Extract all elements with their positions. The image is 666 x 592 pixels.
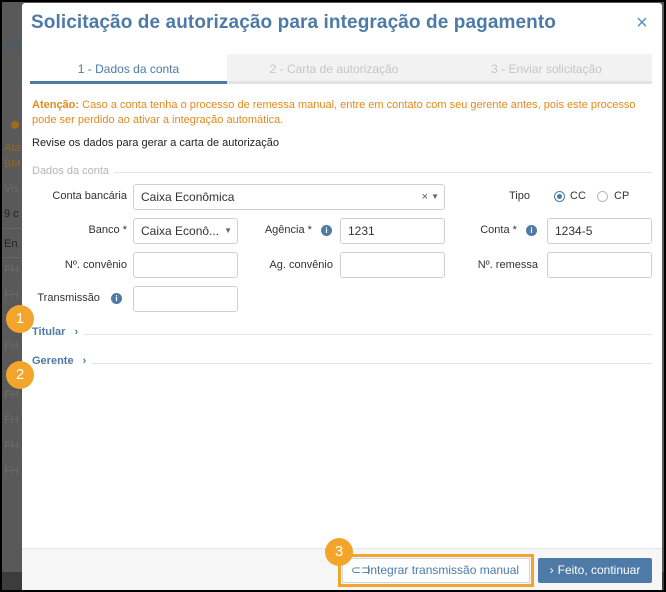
- background-text: Vis: [4, 183, 20, 195]
- transmissao-label-wrap: Transmissão i: [32, 292, 122, 304]
- convenio-label: Nº. convênio: [64, 259, 127, 271]
- background-text: BM: [4, 158, 21, 170]
- transmissao-label: Transmissão: [37, 292, 100, 304]
- close-icon[interactable]: ×: [634, 13, 650, 33]
- chevron-down-icon: ▼: [224, 226, 232, 235]
- conta-input[interactable]: 1234-5: [547, 218, 652, 244]
- titular-toggle[interactable]: Titular ›: [32, 326, 78, 338]
- gerente-label: Gerente: [32, 355, 74, 367]
- background-divider: [0, 257, 24, 258]
- background-text: En: [4, 238, 18, 250]
- step-marker-3: 3: [325, 538, 353, 566]
- background-text: FH: [4, 264, 19, 276]
- step-marker-1: 1: [6, 305, 34, 333]
- warning-prefix: Atenção:: [32, 99, 80, 111]
- radio-cp[interactable]: [597, 191, 608, 202]
- modal-header: Solicitação de autorização para integraç…: [22, 3, 662, 49]
- background-text: FH: [4, 414, 19, 426]
- ag-convenio-input[interactable]: [340, 252, 445, 278]
- chevron-right-icon: ›: [74, 326, 79, 338]
- chevron-right-icon: ›: [82, 355, 87, 367]
- warning-text: Caso a conta tenha o processo de remessa…: [32, 99, 636, 126]
- background-status-dot: [11, 121, 19, 129]
- info-icon[interactable]: i: [111, 292, 122, 304]
- background-title: In: [4, 34, 22, 56]
- tab-carta-de-autorizacao[interactable]: 2 - Carta de autorização: [227, 54, 441, 84]
- tipo-label: Tipo: [509, 190, 530, 202]
- background-text: FH: [4, 289, 19, 301]
- continue-button[interactable]: › Feito, continuar: [538, 558, 652, 583]
- conta-bancaria-select[interactable]: Caixa Econômica × ▼: [133, 184, 445, 210]
- remessa-input[interactable]: [547, 252, 652, 278]
- conta-bancaria-label: Conta bancária: [52, 190, 127, 202]
- banco-value: Caixa Econô...: [141, 224, 220, 238]
- chevron-right-icon: ›: [549, 563, 554, 577]
- background-text: Ata: [4, 142, 21, 154]
- tab-enviar-solicitacao[interactable]: 3 - Enviar solicitação: [441, 54, 652, 84]
- banco-select[interactable]: Caixa Econô... ▼: [133, 218, 238, 244]
- conta-label: Conta *: [480, 224, 517, 236]
- info-icon[interactable]: i: [526, 224, 537, 236]
- radio-cc[interactable]: [554, 191, 565, 202]
- tab-dados-da-conta[interactable]: 1 - Dados da conta: [30, 54, 227, 84]
- chevron-down-icon: ▼: [431, 192, 439, 201]
- section-title-dados-da-conta: Dados da conta: [32, 165, 110, 177]
- agencia-label-wrap: Agência * i: [252, 224, 332, 236]
- clear-icon[interactable]: ×: [422, 185, 428, 209]
- section-divider: [114, 172, 652, 173]
- transmissao-input[interactable]: [133, 286, 238, 312]
- agencia-input[interactable]: 1231: [340, 218, 445, 244]
- ag-convenio-label: Ag. convênio: [269, 259, 333, 271]
- convenio-input[interactable]: [133, 252, 238, 278]
- background-text: 9 c: [4, 208, 19, 220]
- intro-text: Revise os dados para gerar a carta de au…: [32, 137, 280, 149]
- background-text: FH: [4, 340, 19, 352]
- modal-title: Solicitação de autorização para integraç…: [31, 12, 556, 33]
- authorization-modal: Solicitação de autorização para integraç…: [22, 3, 662, 590]
- section-divider: [84, 334, 652, 335]
- remessa-label: Nº. remessa: [477, 259, 538, 271]
- info-icon[interactable]: i: [321, 224, 332, 236]
- link-icon: ⊂⊃: [351, 563, 372, 577]
- background-text: FH: [4, 389, 19, 401]
- conta-bancaria-value: Caixa Econômica: [141, 190, 235, 204]
- step-marker-2: 2: [6, 361, 34, 389]
- integrar-transmissao-manual-button[interactable]: ⊂⊃ Integrar transmissão manual: [342, 558, 530, 583]
- titular-label: Titular: [32, 326, 66, 338]
- section-divider: [92, 363, 652, 364]
- agencia-label: Agência *: [264, 224, 312, 236]
- warning-message: Atenção: Caso a conta tenha o processo d…: [32, 98, 657, 128]
- background-text: FH: [4, 465, 19, 477]
- wizard-tabs: 1 - Dados da conta 2 - Carta de autoriza…: [30, 54, 652, 84]
- radio-cp-label: CP: [614, 190, 630, 202]
- continue-button-label: Feito, continuar: [557, 563, 641, 577]
- background-divider: [0, 228, 24, 229]
- gerente-toggle[interactable]: Gerente ›: [32, 355, 86, 367]
- conta-label-wrap: Conta * i: [462, 224, 537, 236]
- background-text: FH: [4, 440, 19, 452]
- manual-button-label: Integrar transmissão manual: [367, 563, 520, 577]
- banco-label: Banco *: [88, 224, 127, 236]
- radio-cc-label: CC: [570, 190, 586, 202]
